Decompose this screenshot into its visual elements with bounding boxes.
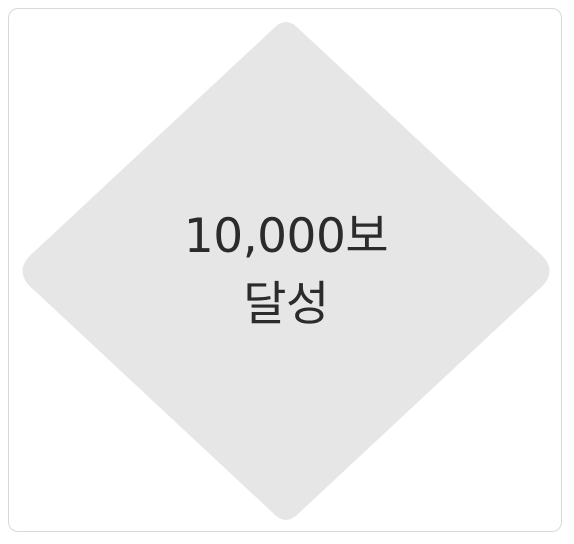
badge-achieved-text: 달성	[243, 277, 329, 332]
badge-steps-text: 10,000보	[183, 208, 389, 264]
achievement-card[interactable]: 10,000보 달성	[8, 8, 562, 532]
badge-label: 10,000보 달성	[9, 9, 561, 531]
